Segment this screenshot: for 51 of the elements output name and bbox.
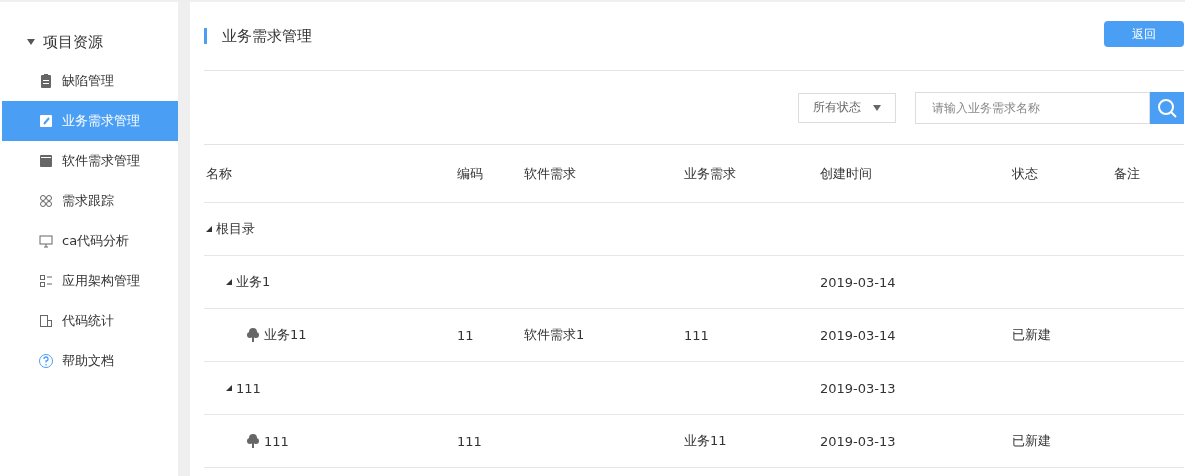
layout-icon [38,313,54,329]
sidebar-group-label[interactable]: 项目资源 [43,32,103,52]
column-header: 名称 [205,164,233,183]
help-icon [38,353,54,369]
column-header: 状态 [1011,164,1039,183]
grid-icon [38,193,54,209]
name-cell: 根目录 [216,220,255,238]
sidebar-item[interactable]: 缺陷管理 [2,61,178,101]
name-cell: 业务11 [264,326,307,344]
table-cell: 2019-03-13 [820,380,896,396]
table-cell: 业务11 [684,432,727,450]
expand-icon[interactable] [206,226,212,232]
sidebar-item[interactable]: ca代码分析 [2,221,178,261]
table-cell: 软件需求1 [524,326,585,344]
name-cell: 111 [236,380,261,396]
table-cell: 2019-03-14 [820,327,896,343]
column-header: 编码 [456,164,484,183]
expand-icon[interactable] [226,385,232,391]
tree-icon [246,327,260,343]
table-cell: 已新建 [1012,326,1051,344]
search-icon [1156,96,1178,119]
table-cell: 已新建 [1012,432,1051,450]
status-select[interactable]: 所有状态 [798,92,896,123]
column-header: 业务需求 [683,164,737,183]
page-title: 业务需求管理 [222,26,313,46]
accent-bar [204,28,207,44]
column-header: 备注 [1113,164,1141,183]
apps-icon [38,273,54,289]
column-header: 软件需求 [523,164,577,183]
sidebar-item[interactable]: 帮助文档 [2,341,178,381]
sidebar-item[interactable]: 软件需求管理 [2,141,178,181]
tree-icon [246,433,260,449]
caret-icon[interactable] [27,39,35,45]
monitor-icon [38,233,54,249]
name-cell: 业务1 [236,273,271,291]
clipboard-icon [38,73,54,89]
table-cell: 2019-03-13 [820,433,896,449]
search-button[interactable] [1150,91,1184,124]
table-cell: 111 [684,327,709,343]
table-cell: 11 [457,327,474,343]
name-cell: 111 [264,433,289,449]
table-cell: 111 [457,433,482,449]
expand-icon[interactable] [226,279,232,285]
column-header: 创建时间 [819,164,873,183]
sidebar-item[interactable]: 需求跟踪 [2,181,178,221]
sidebar-item[interactable]: 应用架构管理 [2,261,178,301]
edit-icon [38,113,54,129]
window-icon [38,153,54,169]
search-field[interactable]: 请输入业务需求名称 [915,91,1150,124]
sidebar-item[interactable]: 代码统计 [2,301,178,341]
table-cell: 2019-03-14 [820,274,896,290]
